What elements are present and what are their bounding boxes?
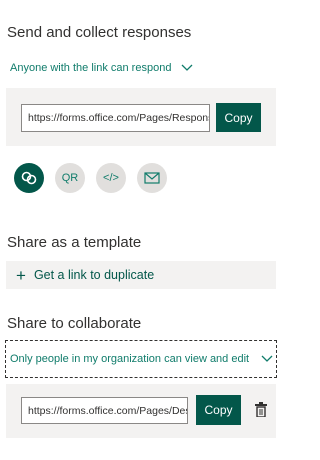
- collab-url-field[interactable]: https://forms.office.com/Pages/DesignPag…: [21, 397, 188, 424]
- link-icon: [21, 171, 37, 185]
- collab-audience-label: Only people in my organization can view …: [10, 353, 250, 365]
- copy-response-link-button[interactable]: Copy: [216, 103, 261, 132]
- collab-url-text: https://forms.office.com/Pages/DesignPag…: [28, 404, 188, 417]
- send-title: Send and collect responses: [7, 24, 192, 41]
- response-audience-dropdown[interactable]: Anyone with the link can respond: [10, 62, 193, 74]
- duplicate-link-label: Get a link to duplicate: [33, 268, 155, 282]
- embed-icon: </>: [103, 172, 119, 184]
- copy-response-label: Copy: [224, 110, 253, 125]
- trash-icon: [255, 402, 267, 418]
- copy-collab-link-button[interactable]: Copy: [196, 395, 241, 425]
- share-email-button[interactable]: [137, 163, 167, 193]
- response-url-text: https://forms.office.com/Pages/ResponseP…: [28, 112, 209, 124]
- copy-collab-label: Copy: [204, 403, 233, 417]
- duplicate-link-button[interactable]: + Get a link to duplicate: [6, 261, 276, 289]
- qr-icon: QR: [61, 172, 79, 184]
- share-link-button[interactable]: [14, 163, 44, 193]
- collaborate-title: Share to collaborate: [7, 315, 142, 332]
- chevron-down-icon: [261, 355, 273, 362]
- delete-link-button[interactable]: [255, 402, 267, 418]
- template-title: Share as a template: [7, 234, 142, 251]
- response-audience-label: Anyone with the link can respond: [10, 62, 172, 74]
- response-url-field[interactable]: https://forms.office.com/Pages/ResponseP…: [21, 104, 210, 132]
- collab-audience-dropdown[interactable]: Only people in my organization can view …: [5, 340, 277, 378]
- share-qr-button[interactable]: QR: [55, 163, 85, 193]
- email-icon: [144, 172, 160, 184]
- share-embed-button[interactable]: </>: [96, 163, 126, 193]
- chevron-down-icon: [181, 64, 193, 71]
- plus-icon: +: [16, 265, 26, 285]
